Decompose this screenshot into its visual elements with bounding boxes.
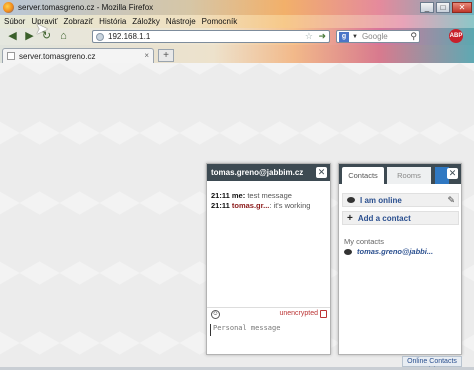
bookmark-star-icon[interactable]: ☆: [305, 31, 313, 42]
roster-tabs: Contacts Rooms ✕: [339, 164, 461, 184]
search-engine-dropdown-icon[interactable]: ▼: [352, 34, 358, 40]
page-favicon-icon: [7, 52, 15, 60]
menu-item-historia[interactable]: História: [99, 17, 126, 26]
window-controls: _ □ ✕: [420, 2, 472, 13]
contact-name[interactable]: tomas.greno@jabbi...: [357, 247, 433, 256]
site-identity-icon[interactable]: [96, 32, 104, 41]
chat-bubble-icon: [344, 248, 352, 255]
chat-toolbar: ☺ unencrypted: [207, 307, 330, 321]
add-contact-label[interactable]: Add a contact: [358, 214, 411, 223]
chat-header: tomas.greno@jabbim.cz ✕: [207, 164, 330, 181]
new-tab-button[interactable]: +: [158, 49, 174, 62]
message-item: 21:11 tomas.gr...: it's working: [211, 201, 326, 211]
message-input[interactable]: Personal message: [210, 324, 327, 336]
close-button[interactable]: ✕: [452, 2, 472, 13]
status-label[interactable]: I am online: [360, 196, 402, 205]
message-text: test message: [247, 191, 292, 200]
tab-server[interactable]: server.tomasgreno.cz ×: [2, 48, 154, 63]
mouse-cursor-icon: ➤: [35, 21, 49, 38]
message-sender: tomas.gr...: [231, 201, 270, 210]
chat-window: tomas.greno@jabbim.cz ✕ 21:11 me: test m…: [206, 163, 331, 355]
search-placeholder[interactable]: Google: [362, 32, 388, 41]
home-icon[interactable]: ⌂: [57, 30, 70, 43]
roster-panel: Contacts Rooms ✕ I am online ✎ + Add a c…: [338, 163, 462, 355]
url-text[interactable]: 192.168.1.1: [108, 32, 150, 41]
menu-item-subor[interactable]: Súbor: [4, 17, 25, 26]
minimize-button[interactable]: _: [420, 2, 434, 13]
add-contact-button[interactable]: + Add a contact: [342, 211, 459, 225]
url-bar[interactable]: 192.168.1.1 ☆ ➜: [92, 30, 330, 43]
back-arrow-icon[interactable]: ◀: [6, 30, 19, 43]
firefox-logo-icon: [3, 2, 14, 13]
tab-close-icon[interactable]: ×: [144, 51, 149, 60]
message-sender: me:: [231, 191, 246, 200]
emoticon-icon[interactable]: ☺: [211, 310, 220, 319]
tab-label[interactable]: server.tomasgreno.cz: [19, 52, 95, 61]
encryption-status[interactable]: unencrypted: [279, 310, 318, 317]
search-icon[interactable]: ⚲: [410, 31, 417, 42]
google-icon[interactable]: g: [339, 31, 349, 42]
window-title: server.tomasgreno.cz - Mozilla Firefox: [18, 3, 154, 12]
tab-rooms[interactable]: Rooms: [387, 167, 431, 184]
contacts-section-title: My contacts: [344, 237, 385, 246]
tab-bar: server.tomasgreno.cz × +: [0, 45, 474, 63]
title-bar: server.tomasgreno.cz - Mozilla Firefox _…: [0, 0, 474, 15]
message-time: 21:11: [211, 191, 230, 200]
adblock-plus-icon[interactable]: ABP: [449, 29, 463, 43]
message-list: 21:11 me: test message 21:11 tomas.gr...…: [207, 181, 330, 211]
menu-item-zalozky[interactable]: Záložky: [132, 17, 160, 26]
chat-title: tomas.greno@jabbim.cz: [211, 168, 304, 177]
chat-bubble-icon: [347, 197, 355, 203]
search-bar[interactable]: g ▼ Google ⚲: [336, 30, 420, 43]
online-contacts-button[interactable]: Online Contacts (1): [402, 356, 462, 370]
plus-icon: +: [347, 212, 353, 224]
menu-bar: Súbor Upraviť Zobraziť História Záložky …: [0, 15, 474, 28]
message-time: 21:11: [211, 201, 230, 210]
status-selector[interactable]: I am online ✎: [342, 193, 459, 207]
menu-item-nastroje[interactable]: Nástroje: [166, 17, 196, 26]
pencil-icon[interactable]: ✎: [447, 195, 455, 206]
tab-contacts[interactable]: Contacts: [342, 167, 384, 184]
maximize-button[interactable]: □: [436, 2, 450, 13]
go-arrow-icon[interactable]: ➜: [318, 31, 326, 42]
message-item: 21:11 me: test message: [211, 191, 326, 201]
message-text: : it's working: [269, 201, 311, 210]
roster-close-button[interactable]: ✕: [447, 168, 458, 179]
chat-close-button[interactable]: ✕: [316, 167, 327, 178]
unlocked-icon[interactable]: [320, 310, 327, 318]
contact-item[interactable]: tomas.greno@jabbi...: [344, 247, 433, 256]
menu-item-pomocnik[interactable]: Pomocník: [202, 17, 238, 26]
menu-item-zobrazit[interactable]: Zobraziť: [63, 17, 93, 26]
